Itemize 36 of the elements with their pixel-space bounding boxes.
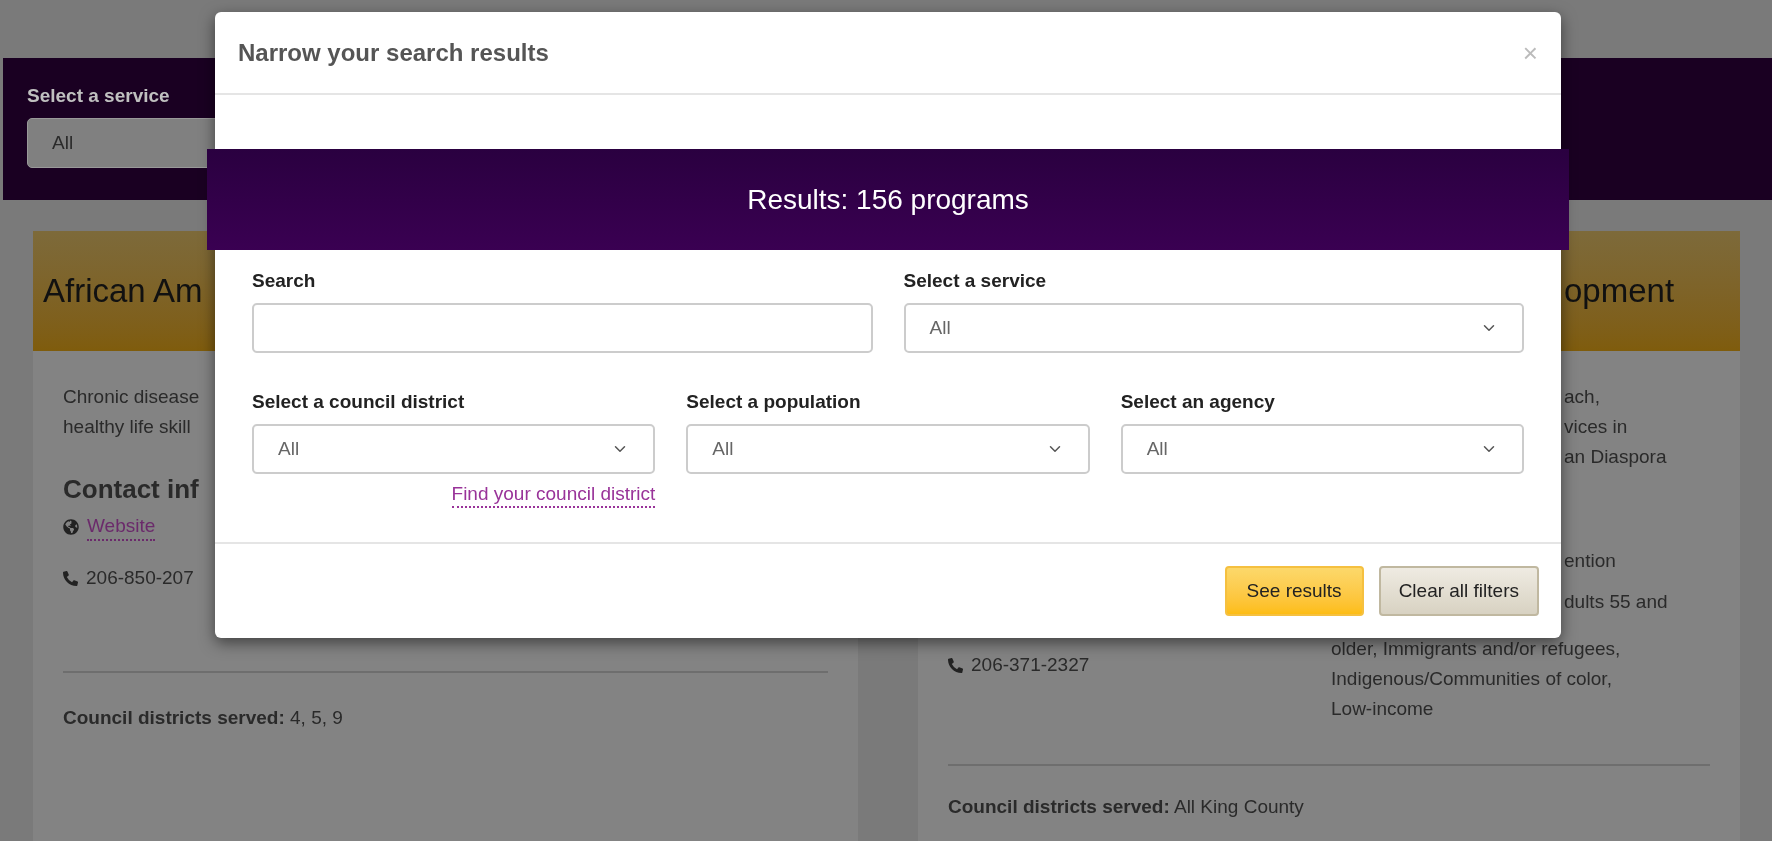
select-field[interactable]: All — [1120, 424, 1524, 474]
phone-number: 206-850-207 — [86, 566, 194, 590]
council-districts: Council districts served: All King County — [947, 795, 1305, 819]
card-title: opment — [1564, 271, 1675, 312]
field-label: Select a population — [686, 390, 862, 414]
detail-line: ention — [1564, 549, 1617, 573]
population-line: older, Immigrants and/or refugees, — [1331, 637, 1621, 661]
population-line: Indigenous/Communities of color, — [1331, 667, 1613, 691]
filter-label: Select a service — [27, 84, 171, 108]
select-field[interactable]: All — [686, 424, 1090, 474]
select-field[interactable]: All — [903, 303, 1524, 353]
detail-line: dults 55 and — [1564, 590, 1669, 614]
description-line: ach, — [1564, 385, 1601, 409]
phone-icon — [948, 657, 963, 673]
phone-number: 206-371-2327 — [971, 653, 1090, 677]
field-label: Search — [252, 269, 317, 293]
description-line: healthy life skill — [63, 415, 191, 439]
council-districts: Council districts served: 4, 5, 9 — [63, 706, 343, 730]
clear-filters-button[interactable]: Clear all filters — [1378, 566, 1539, 616]
card-title: African Am — [43, 271, 203, 312]
contact-heading: Contact inf — [63, 473, 199, 506]
description-line: vices in — [1564, 415, 1629, 439]
results-count: Results: 156 programs — [747, 182, 1029, 217]
description-line: Chronic disease — [63, 385, 200, 409]
dialog-title: Narrow your search results — [238, 37, 549, 68]
phone-icon — [63, 570, 78, 586]
see-results-button[interactable]: See results — [1224, 566, 1364, 616]
globe-icon — [63, 519, 79, 535]
population-line: Low-income — [1331, 697, 1435, 721]
select-field[interactable]: All — [252, 424, 656, 474]
description-line: an Diaspora — [1564, 445, 1668, 469]
field-label: Select an agency — [1120, 390, 1276, 414]
council-district-link[interactable]: Find your council district — [451, 482, 656, 508]
search-field[interactable] — [252, 303, 873, 353]
field-label: Select a council district — [252, 390, 466, 414]
field-label: Select a service — [903, 269, 1048, 293]
